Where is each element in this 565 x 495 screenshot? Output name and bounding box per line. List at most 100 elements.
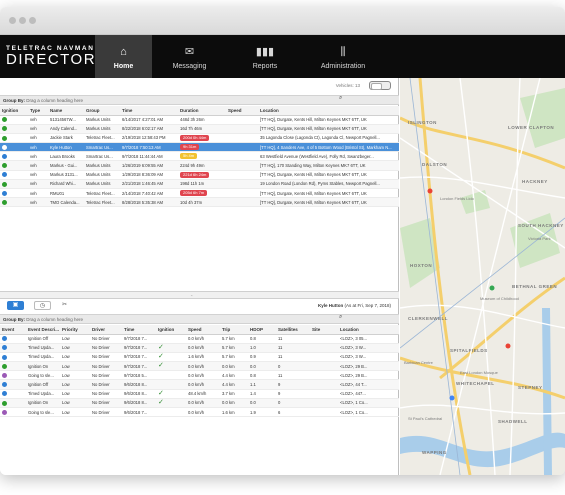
event-trip-cell: 5.7 km <box>220 352 248 363</box>
event-row[interactable]: Ignition Off Low No Driver 9/6/2018 8... 0.0… <box>0 379 399 390</box>
search-icon[interactable]: ⌕ <box>339 95 342 102</box>
close-window-button[interactable] <box>9 17 16 24</box>
event-site-cell <box>310 343 338 353</box>
events-column-header[interactable]: Time <box>122 325 156 335</box>
map-label: SHADWELL <box>498 419 528 424</box>
event-row[interactable]: Going to sle... Low No Driver 9/6/2018 7...… <box>0 407 399 418</box>
nav-tab-messaging[interactable]: ✉ Messaging <box>152 35 227 78</box>
home-icon: ⌂ <box>120 46 127 58</box>
vehicle-row[interactable]: veh Jackie Stark Teletrac Fleet... 2/19/201… <box>0 133 399 144</box>
events-search-icon[interactable]: ⌕ <box>339 314 342 321</box>
event-speed-cell: 0.0 km/h <box>186 334 220 344</box>
camera-button[interactable]: ▣ <box>7 301 24 310</box>
event-row[interactable]: Ignition On Low No Driver 9/6/2018 8... ✓ 0.0… <box>0 398 399 409</box>
nav-tab-home[interactable]: ⌂ Home <box>95 35 152 78</box>
event-site-cell <box>310 370 338 381</box>
vehicle-time-cell: 9/7/2018 7:50:13 AM <box>120 142 178 153</box>
ignition-status-icon <box>2 163 7 169</box>
vehicles-column-header[interactable]: Time <box>120 106 178 116</box>
pane-splitter[interactable]: ⌃ <box>0 291 399 299</box>
event-sats-cell: 9 <box>276 379 310 390</box>
vehicles-column-header[interactable]: Duration <box>178 106 226 116</box>
vehicles-column-header[interactable]: Location <box>258 106 399 116</box>
vehicle-row[interactable]: veh Andy Calend... Markus Units 8/22/2018 6… <box>0 124 399 134</box>
vehicle-row[interactable]: veh RMU01 Teletrac Fleet... 2/14/2018 7:40:… <box>0 188 399 199</box>
event-loc-cell: <LOZ>, 29 B... <box>338 370 399 381</box>
vehicle-time-cell: 8/28/2018 5:35:38 AM <box>120 197 178 208</box>
vehicle-type-cell: veh <box>28 179 48 190</box>
vehicle-type-cell: veh <box>28 160 48 171</box>
event-row[interactable]: Ignition Off Low No Driver 9/7/2018 7... 0.0… <box>0 334 399 344</box>
duration-badge: 5h 4m <box>180 153 198 160</box>
event-trip-cell: 1.6 km <box>220 407 248 418</box>
event-site-cell <box>310 361 338 372</box>
vehicle-location-cell: [TT HQ], 4 Sanders Ave, 4 of 5 Bottom Wo… <box>258 142 399 153</box>
event-row[interactable]: Ignition On Low No Driver 9/7/2018 7... ✓ 0.0… <box>0 361 399 372</box>
minimize-window-button[interactable] <box>19 17 26 24</box>
clock-button[interactable]: ◷ <box>34 301 51 310</box>
ignition-cell <box>0 160 28 171</box>
event-type-cell <box>0 389 26 399</box>
events-column-header[interactable]: Location <box>338 325 399 335</box>
ignition-status-icon <box>2 181 7 187</box>
vehicle-name-cell: Kyle Hutton <box>48 142 84 153</box>
vehicle-duration-cell: 205d 6h 7m <box>178 188 226 199</box>
vehicle-row[interactable]: veh Kyle Hutton Smartrac Us... 9/7/2018 7:5… <box>0 142 399 153</box>
event-row[interactable]: Going to sle... Low No Driver 9/7/2018 5...… <box>0 370 399 381</box>
vehicle-speed-cell <box>226 188 258 199</box>
vehicle-row[interactable]: veh 51314567W... Markus Units 6/14/2017 4:2… <box>0 115 399 125</box>
events-column-header[interactable]: Priority <box>60 325 90 335</box>
zoom-window-button[interactable] <box>29 17 36 24</box>
map-label: STEPNEY <box>518 385 543 390</box>
event-sats-cell: 0 <box>276 398 310 409</box>
view-toggle[interactable] <box>369 81 391 90</box>
brand-line2: DIRECTOR <box>6 51 97 68</box>
vehicle-row[interactable]: veh Markus - Gui... Markus Units 1/26/2019 … <box>0 160 399 171</box>
vehicle-group-cell: Markus Units <box>84 115 120 125</box>
events-column-header[interactable]: Satellites <box>276 325 310 335</box>
nav-tab-reports[interactable]: ▮▮▮ Reports <box>227 35 303 78</box>
vehicle-type-cell: veh <box>28 124 48 134</box>
event-type-cell <box>0 398 26 409</box>
vehicles-column-header[interactable]: Ignition <box>0 106 28 116</box>
map-label: BETHNAL GREEN <box>512 284 558 289</box>
vehicles-column-header[interactable]: Type <box>28 106 48 116</box>
vehicles-column-header[interactable]: Name <box>48 106 84 116</box>
nav-tab-administration[interactable]: ⫼ Administration <box>303 35 383 78</box>
event-hdop-cell: 0.0 <box>248 361 276 372</box>
duration-badge: 205d 6h 7m <box>180 190 208 197</box>
vehicle-row[interactable]: veh Richard Whi... Markus Units 2/21/2018 1… <box>0 179 399 190</box>
events-column-header[interactable]: Site <box>310 325 338 335</box>
event-speed-cell: 0.0 km/h <box>186 379 220 390</box>
events-column-header[interactable]: HDOP <box>248 325 276 335</box>
vehicle-speed-cell <box>226 133 258 144</box>
event-hdop-cell: 1.0 <box>248 343 276 353</box>
event-ign-cell <box>156 407 186 418</box>
events-column-header[interactable]: Driver <box>90 325 122 335</box>
event-loc-cell: <LOZ>, 3 05... <box>338 334 399 344</box>
vehicle-group-cell: Markus Units <box>84 170 120 180</box>
event-desc-cell: Ignition Off <box>26 334 60 344</box>
events-column-header[interactable]: Speed <box>186 325 220 335</box>
event-ign-cell: ✓ <box>156 389 186 399</box>
vehicle-row[interactable]: veh Markus 3131... Markus Units 1/29/2018 8… <box>0 170 399 180</box>
title-bar <box>0 7 565 35</box>
event-loc-cell: <LOZ>, 3 W... <box>338 343 399 353</box>
vehicles-column-header[interactable]: Group <box>84 106 120 116</box>
events-column-header[interactable]: Event <box>0 325 26 335</box>
event-row[interactable]: Timed Upda... Low No Driver 9/7/2018 7... ✓ 1… <box>0 352 399 363</box>
events-column-header[interactable]: Event Descri... <box>26 325 60 335</box>
vehicles-column-header[interactable]: Speed <box>226 106 258 116</box>
driver-heading: Kyle Hutton (As at Fri, Sep 7, 2018) <box>318 303 391 308</box>
ignition-status-icon <box>2 199 7 205</box>
vehicle-time-cell: 2/14/2018 7:40:42 AM <box>120 188 178 199</box>
event-row[interactable]: Timed Upda... Low No Driver 9/6/2018 8... ✓ 4… <box>0 389 399 399</box>
events-column-header[interactable]: Ignition <box>156 325 186 335</box>
vehicle-row[interactable]: veh Laura Brooks Smartrac Us... 9/7/2018 11… <box>0 151 399 162</box>
events-column-header[interactable]: Trip <box>220 325 248 335</box>
map-label: DALSTON <box>422 162 448 167</box>
tools-button[interactable]: ✂ <box>56 301 73 310</box>
event-row[interactable]: Timed Upda... Low No Driver 9/7/2018 7... ✓ 0… <box>0 343 399 353</box>
vehicle-row[interactable]: veh TMO Calenda... Teletrac Fleet... 8/28/2… <box>0 197 399 208</box>
map-view[interactable]: ISLINGTON LOWER CLAPTON DALSTON HACKNEY Lond… <box>400 78 565 475</box>
